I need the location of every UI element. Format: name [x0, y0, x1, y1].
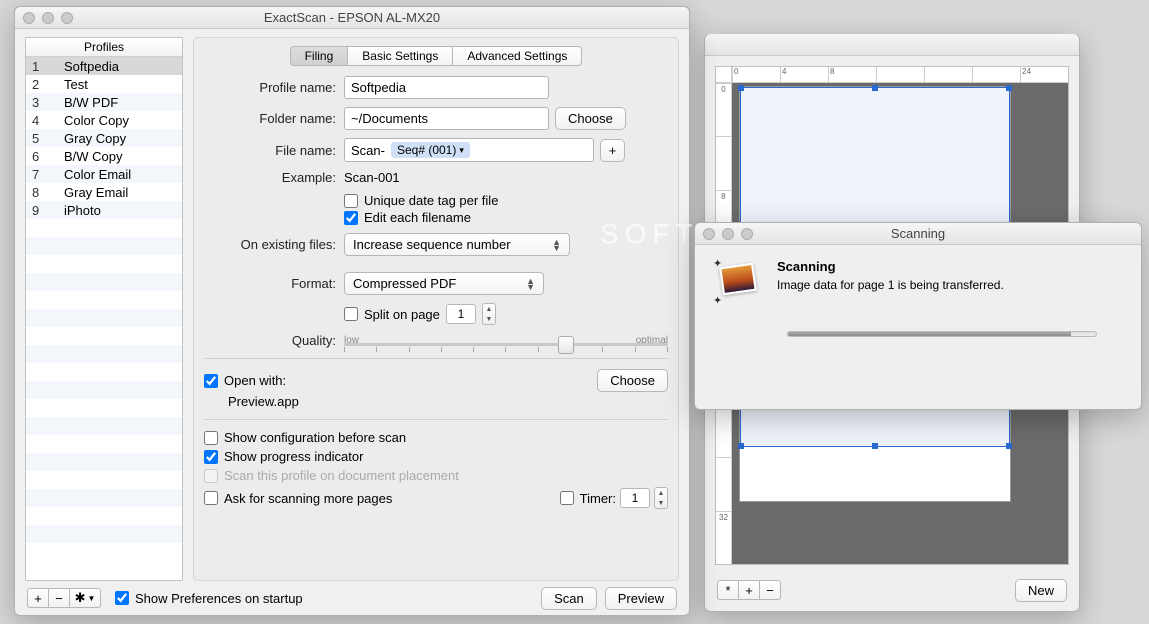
- example-value: Scan-001: [344, 170, 400, 185]
- preview-button[interactable]: Preview: [605, 587, 677, 610]
- profile-row[interactable]: 3B/W PDF: [26, 93, 182, 111]
- profile-row[interactable]: 5Gray Copy: [26, 129, 182, 147]
- timer-value[interactable]: [620, 488, 650, 508]
- profile-row[interactable]: 7Color Email: [26, 165, 182, 183]
- region-add-button[interactable]: +: [738, 580, 760, 600]
- bottom-toolbar: + − ✱▼ Show Preferences on startup Scan …: [15, 581, 689, 615]
- profile-row[interactable]: 6B/W Copy: [26, 147, 182, 165]
- scanning-window-title: Scanning: [695, 226, 1141, 241]
- timer-checkbox[interactable]: Timer:: [560, 491, 616, 506]
- profile-name-input[interactable]: [344, 76, 549, 99]
- format-select[interactable]: Compressed PDF▲▼: [344, 272, 544, 295]
- settings-panel: Filing Basic Settings Advanced Settings …: [193, 37, 679, 581]
- show-config-checkbox[interactable]: Show configuration before scan: [204, 430, 668, 445]
- folder-name-input[interactable]: [344, 107, 549, 130]
- sequence-token[interactable]: Seq# (001)▾: [391, 142, 470, 158]
- remove-profile-button[interactable]: −: [48, 588, 70, 608]
- choose-app-button[interactable]: Choose: [597, 369, 668, 392]
- show-progress-checkbox[interactable]: Show progress indicator: [204, 449, 668, 464]
- scanning-titlebar: Scanning: [695, 223, 1141, 245]
- scanning-dialog: Scanning ✦ ✦ Scanning Image data for pag…: [694, 222, 1142, 410]
- split-page-number[interactable]: [446, 304, 476, 324]
- tab-advanced-settings[interactable]: Advanced Settings: [452, 46, 582, 66]
- edit-each-filename-checkbox[interactable]: Edit each filename: [344, 210, 471, 225]
- format-label: Format:: [204, 276, 344, 291]
- profile-row[interactable]: 4Color Copy: [26, 111, 182, 129]
- ask-more-pages-checkbox[interactable]: Ask for scanning more pages: [204, 491, 392, 506]
- split-on-page-checkbox[interactable]: Split on page: [344, 307, 440, 322]
- file-name-label: File name:: [204, 143, 344, 158]
- settings-tabs: Filing Basic Settings Advanced Settings: [290, 46, 583, 66]
- progress-bar: [787, 331, 1097, 337]
- open-with-checkbox[interactable]: Open with:: [204, 373, 286, 388]
- region-remove-button[interactable]: −: [759, 580, 781, 600]
- tab-basic-settings[interactable]: Basic Settings: [347, 46, 453, 66]
- scan-on-placement-checkbox: Scan this profile on document placement: [204, 468, 668, 483]
- add-token-button[interactable]: +: [600, 139, 625, 162]
- folder-name-label: Folder name:: [204, 111, 344, 126]
- gear-menu-button[interactable]: ✱▼: [69, 588, 101, 608]
- add-profile-button[interactable]: +: [27, 588, 49, 608]
- preview-titlebar: [705, 34, 1079, 56]
- profile-row[interactable]: 8Gray Email: [26, 183, 182, 201]
- gear-icon: ✱: [75, 590, 86, 606]
- open-with-app: Preview.app: [204, 394, 668, 409]
- example-label: Example:: [204, 170, 344, 185]
- region-star-button[interactable]: *: [717, 580, 739, 600]
- file-name-input[interactable]: Scan- Seq# (001)▾: [344, 138, 594, 162]
- scanning-message: Image data for page 1 is being transferr…: [777, 278, 1004, 292]
- profile-name-label: Profile name:: [204, 80, 344, 95]
- ruler-horizontal: 04824: [732, 67, 1068, 83]
- profile-row[interactable]: 2Test: [26, 75, 182, 93]
- tab-filing[interactable]: Filing: [290, 46, 349, 66]
- choose-folder-button[interactable]: Choose: [555, 107, 626, 130]
- new-button[interactable]: New: [1015, 579, 1067, 602]
- scan-thumbnail-icon: ✦ ✦: [715, 259, 761, 305]
- profile-row[interactable]: 9iPhoto: [26, 201, 182, 219]
- profile-row[interactable]: 1Softpedia: [26, 57, 182, 75]
- timer-stepper[interactable]: ▲▼: [654, 487, 668, 509]
- scanning-heading: Scanning: [777, 259, 1004, 274]
- on-existing-label: On existing files:: [204, 237, 344, 252]
- show-prefs-checkbox[interactable]: Show Preferences on startup: [115, 591, 303, 606]
- main-window: ExactScan - EPSON AL-MX20 Profiles 1Soft…: [14, 6, 690, 616]
- profiles-list[interactable]: Profiles 1Softpedia 2Test 3B/W PDF 4Colo…: [25, 37, 183, 581]
- on-existing-select[interactable]: Increase sequence number▲▼: [344, 233, 570, 256]
- quality-label: Quality:: [204, 333, 344, 348]
- unique-date-checkbox[interactable]: Unique date tag per file: [344, 193, 498, 208]
- preview-region-buttons: * + −: [717, 580, 781, 600]
- split-page-stepper[interactable]: ▲▼: [482, 303, 496, 325]
- window-title: ExactScan - EPSON AL-MX20: [15, 10, 689, 25]
- ruler-corner: [716, 67, 732, 83]
- profiles-header: Profiles: [26, 38, 182, 57]
- scan-button[interactable]: Scan: [541, 587, 597, 610]
- main-titlebar: ExactScan - EPSON AL-MX20: [15, 7, 689, 29]
